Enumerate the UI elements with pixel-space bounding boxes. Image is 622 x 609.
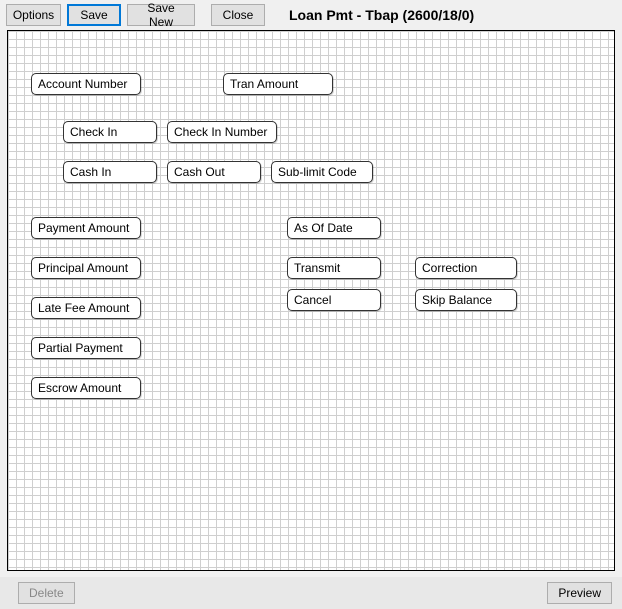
- preview-button[interactable]: Preview: [547, 582, 612, 604]
- options-button[interactable]: Options: [6, 4, 61, 26]
- field-check-in-number[interactable]: Check In Number: [167, 121, 277, 143]
- field-late-fee-amount[interactable]: Late Fee Amount: [31, 297, 141, 319]
- field-cash-out[interactable]: Cash Out: [167, 161, 261, 183]
- close-button[interactable]: Close: [211, 4, 265, 26]
- field-sub-limit-code[interactable]: Sub-limit Code: [271, 161, 373, 183]
- field-cash-in[interactable]: Cash In: [63, 161, 157, 183]
- field-transmit[interactable]: Transmit: [287, 257, 381, 279]
- page-title: Loan Pmt - Tbap (2600/18/0): [289, 7, 474, 23]
- field-cancel[interactable]: Cancel: [287, 289, 381, 311]
- design-grid[interactable]: Account Number Tran Amount Check In Chec…: [7, 30, 615, 571]
- field-skip-balance[interactable]: Skip Balance: [415, 289, 517, 311]
- field-partial-payment[interactable]: Partial Payment: [31, 337, 141, 359]
- field-payment-amount[interactable]: Payment Amount: [31, 217, 141, 239]
- field-tran-amount[interactable]: Tran Amount: [223, 73, 333, 95]
- save-button[interactable]: Save: [67, 4, 121, 26]
- form-designer-window: Options Save Save New Close Loan Pmt - T…: [0, 0, 622, 609]
- field-principal-amount[interactable]: Principal Amount: [31, 257, 141, 279]
- field-account-number[interactable]: Account Number: [31, 73, 141, 95]
- save-new-button[interactable]: Save New: [127, 4, 195, 26]
- field-escrow-amount[interactable]: Escrow Amount: [31, 377, 141, 399]
- delete-button: Delete: [18, 582, 75, 604]
- field-correction[interactable]: Correction: [415, 257, 517, 279]
- bottom-bar: Delete Preview: [0, 577, 622, 609]
- field-as-of-date[interactable]: As Of Date: [287, 217, 381, 239]
- top-toolbar: Options Save Save New Close Loan Pmt - T…: [0, 2, 622, 28]
- field-check-in[interactable]: Check In: [63, 121, 157, 143]
